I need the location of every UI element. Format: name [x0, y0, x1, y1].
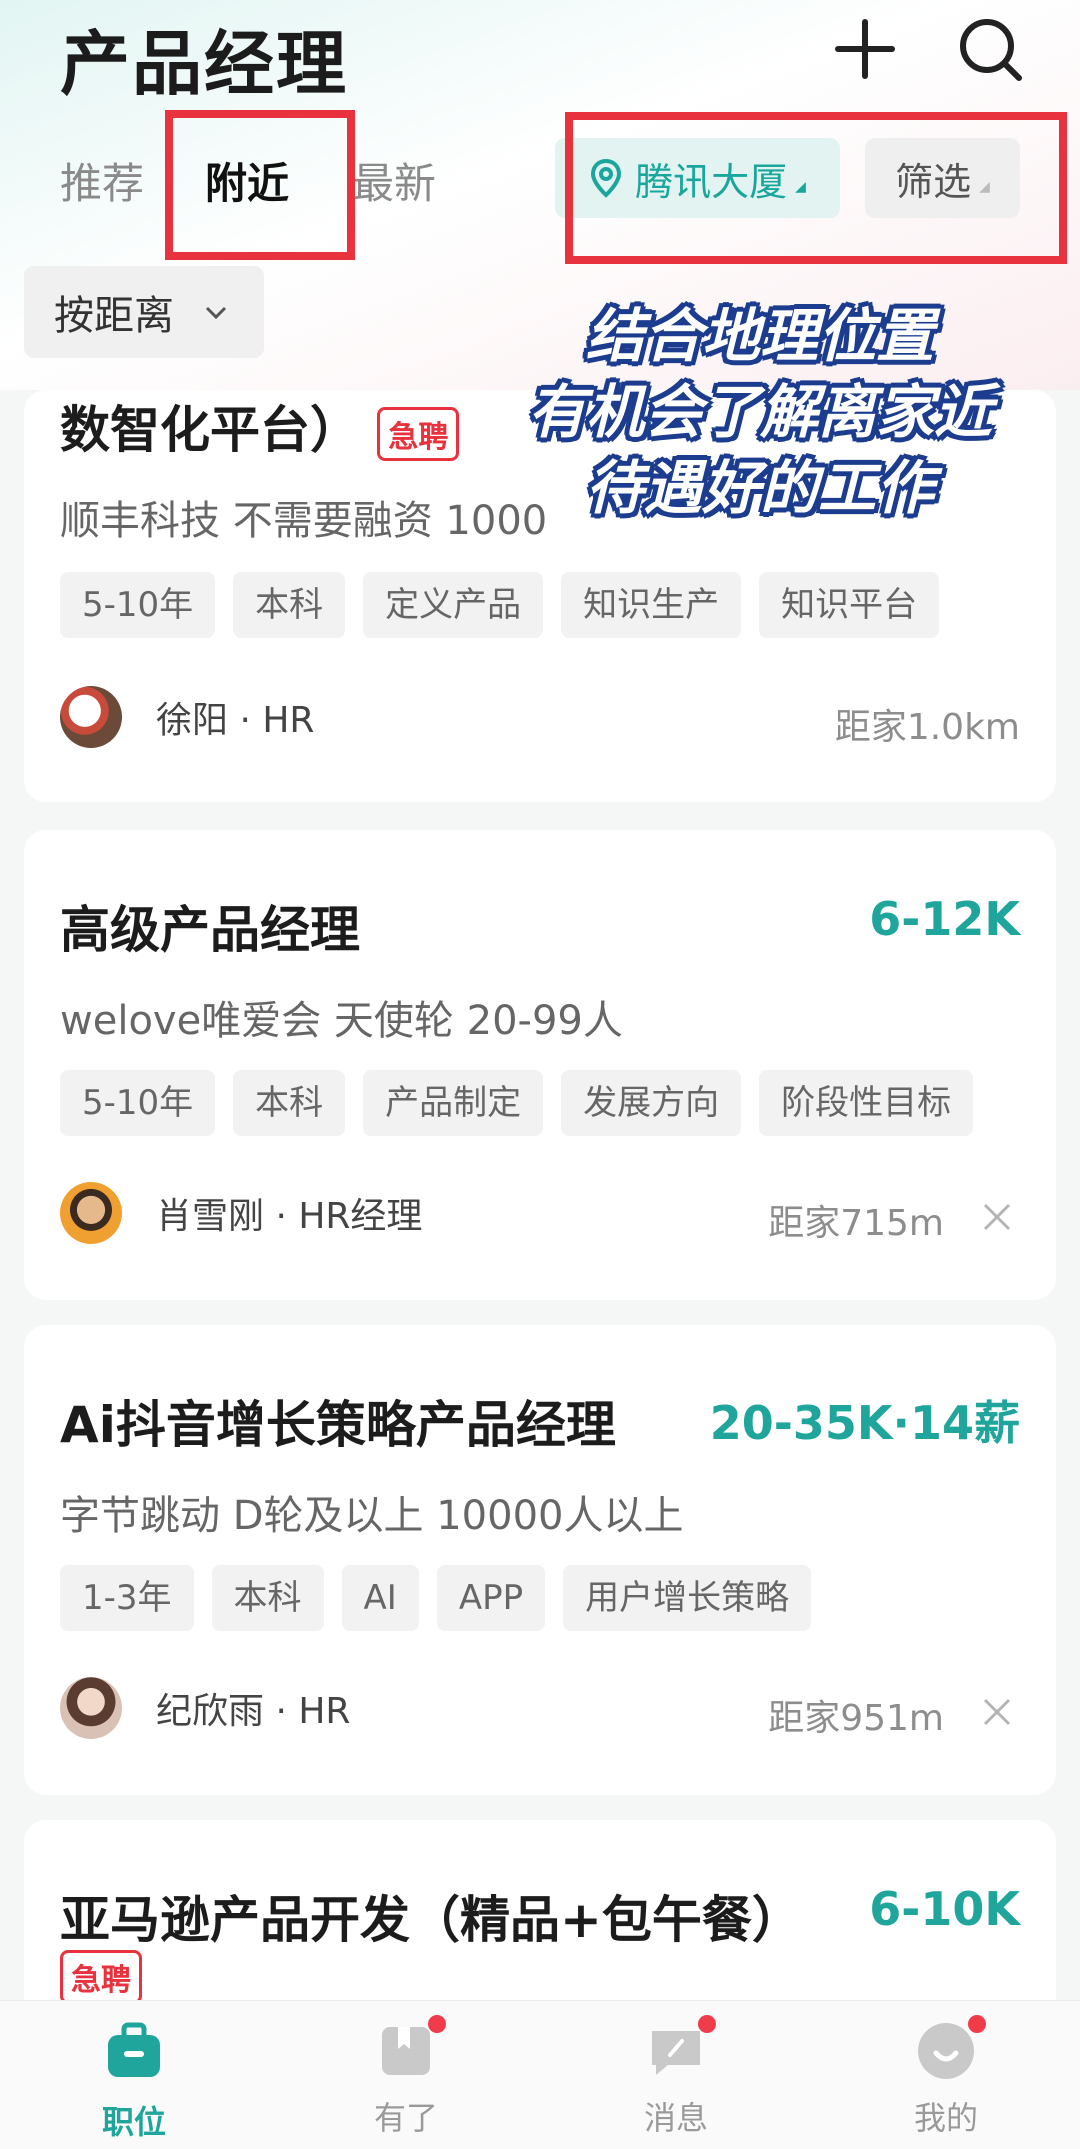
tag-list: 5-10年 本科 产品制定 发展方向 阶段性目标	[60, 1070, 974, 1136]
notification-dot	[968, 2015, 986, 2033]
tag: AI	[341, 1565, 419, 1631]
profile-icon	[914, 2015, 986, 2083]
distance-label: 距家951m	[768, 1698, 944, 1739]
urgent-badge-wrap: 急聘	[60, 1950, 142, 2004]
chevron-down-icon	[205, 306, 227, 320]
urgent-badge: 急聘	[60, 1950, 142, 2004]
nav-label: 有了	[373, 2099, 438, 2137]
tag: 本科	[233, 1070, 346, 1136]
tag: 本科	[211, 1565, 324, 1631]
salary: 6-10K	[869, 1882, 1020, 1936]
tag: 发展方向	[561, 1070, 742, 1136]
search-icon[interactable]	[955, 14, 1025, 84]
annotation-box-nearby	[165, 110, 355, 260]
tag: 阶段性目标	[759, 1070, 974, 1136]
recruiter-name: 肖雪刚 · HR经理	[156, 1196, 423, 1237]
job-card[interactable]: Ai抖音增长策略产品经理 20-35K·14薪 字节跳动 D轮及以上 10000…	[24, 1325, 1056, 1795]
notification-dot	[698, 2015, 716, 2033]
job-title: 数智化平台） 急聘	[60, 390, 460, 462]
distance-label: 距家715m	[768, 1203, 944, 1244]
salary: 6-12K	[869, 892, 1020, 946]
job-card[interactable]: 亚马逊产品开发（精品+包午餐） 6-10K 急聘	[24, 1820, 1056, 2020]
nav-label: 职位	[101, 2103, 166, 2141]
nav-item-youle[interactable]: 有了	[336, 2015, 476, 2139]
sort-dropdown[interactable]: 按距离	[24, 266, 264, 358]
company-info: welove唯爱会 天使轮 20-99人	[60, 998, 623, 1044]
sort-label: 按距离	[54, 293, 174, 339]
tab-latest[interactable]: 最新	[352, 150, 436, 211]
urgent-badge: 急聘	[377, 406, 460, 461]
chat-icon	[644, 2015, 716, 2083]
tag-list: 1-3年 本科 AI APP 用户增长策略	[60, 1565, 812, 1631]
company-info: 字节跳动 D轮及以上 10000人以上	[60, 1493, 684, 1539]
caption-line: 有机会了解离家近	[527, 378, 992, 446]
caption-line: 待遇好的工作	[585, 454, 934, 522]
job-title-text: 数智化平台）	[60, 401, 360, 459]
avatar	[60, 1677, 122, 1739]
avatar	[60, 686, 122, 748]
nav-item-profile[interactable]: 我的	[876, 2015, 1016, 2139]
nav-label: 我的	[913, 2099, 978, 2137]
tag-list: 5-10年 本科 定义产品 知识生产 知识平台	[60, 572, 940, 638]
recruiter-name: 徐阳 · HR	[156, 700, 315, 741]
job-title: Ai抖音增长策略产品经理	[60, 1396, 616, 1454]
close-icon[interactable]	[982, 1202, 1012, 1232]
tab-recommend[interactable]: 推荐	[60, 150, 144, 211]
recruiter: 肖雪刚 · HR经理	[60, 1182, 422, 1244]
salary: 20-35K·14薪	[709, 1396, 1020, 1450]
bottom-navigation: 职位 有了 消息 我的	[0, 2000, 1080, 2149]
tag: 1-3年	[60, 1565, 194, 1631]
tag: 定义产品	[363, 572, 544, 638]
tag: APP	[436, 1565, 546, 1631]
job-title: 亚马逊产品开发（精品+包午餐）	[60, 1891, 802, 1949]
distance-label: 距家1.0km	[834, 707, 1020, 748]
tag: 用户增长策略	[563, 1565, 812, 1631]
close-icon[interactable]	[982, 1697, 1012, 1727]
nav-item-jobs[interactable]: 职位	[64, 2019, 204, 2143]
job-title: 高级产品经理	[60, 901, 360, 959]
job-card[interactable]: 高级产品经理 6-12K welove唯爱会 天使轮 20-99人 5-10年 …	[24, 830, 1056, 1300]
tag: 知识平台	[759, 572, 940, 638]
recruiter: 纪欣雨 · HR	[60, 1677, 350, 1739]
briefcase-icon	[108, 2022, 160, 2077]
page-title: 产品经理	[60, 23, 348, 105]
annotation-box-filters	[565, 112, 1067, 264]
recruiter: 徐阳 · HR	[60, 686, 314, 748]
tag: 5-10年	[60, 572, 216, 638]
tag: 5-10年	[60, 1070, 216, 1136]
tag: 知识生产	[561, 572, 742, 638]
tag: 产品制定	[363, 1070, 544, 1136]
caption-line: 结合地理位置	[585, 302, 934, 370]
overlay-caption: 结合地理位置 有机会了解离家近 待遇好的工作	[470, 298, 1050, 526]
book-icon	[374, 2015, 446, 2083]
tag: 本科	[233, 572, 346, 638]
nav-label: 消息	[643, 2099, 708, 2137]
nav-item-messages[interactable]: 消息	[606, 2015, 746, 2139]
recruiter-name: 纪欣雨 · HR	[156, 1691, 351, 1732]
notification-dot	[428, 2015, 446, 2033]
avatar	[60, 1182, 122, 1244]
plus-icon[interactable]	[830, 14, 900, 84]
